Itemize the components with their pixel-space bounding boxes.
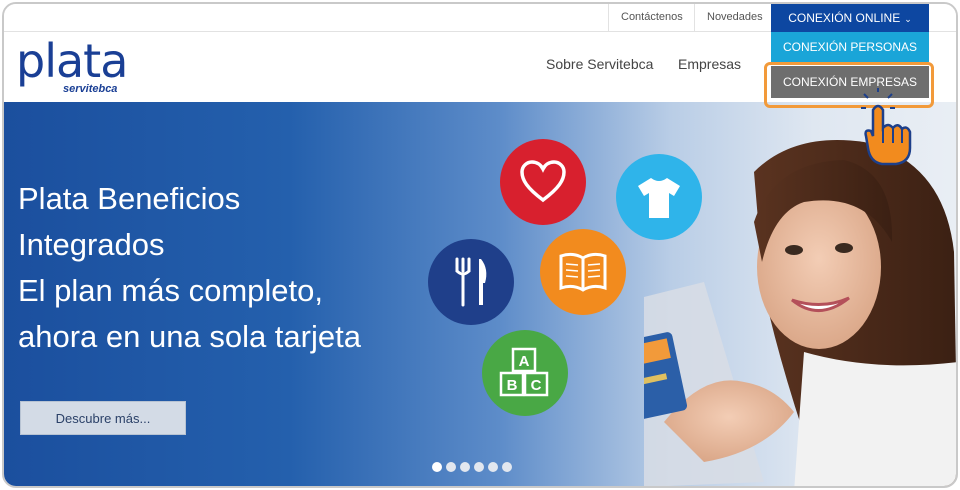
hero-title-line: Integrados — [18, 227, 165, 262]
slider-dot[interactable] — [474, 462, 484, 472]
woman-with-card-image — [644, 140, 956, 486]
top-utility-bar: Contáctenos Novedades CONEXIÓN ONLINE ⌄ — [4, 4, 956, 32]
hero-title-line: El plan más completo, — [18, 273, 323, 308]
news-link[interactable]: Novedades — [694, 4, 775, 31]
logo-wordmark: plata — [16, 34, 128, 88]
slider-dot[interactable] — [446, 462, 456, 472]
abc-blocks-icon: ABC — [482, 330, 568, 416]
slider-dot[interactable] — [502, 462, 512, 472]
slider-dot[interactable] — [488, 462, 498, 472]
svg-text:A: A — [519, 353, 530, 370]
nav-companies[interactable]: Empresas — [678, 56, 741, 72]
slider-dot[interactable] — [432, 462, 442, 472]
svg-text:B: B — [507, 377, 518, 394]
plata-logo[interactable]: plata servitebca — [16, 36, 136, 98]
conexion-online-label: CONEXIÓN ONLINE — [788, 11, 901, 25]
chevron-down-icon: ⌄ — [904, 14, 912, 24]
conexion-personas-item[interactable]: CONEXIÓN PERSONAS — [771, 32, 929, 62]
nav-about[interactable]: Sobre Servitebca — [546, 56, 653, 72]
contact-link[interactable]: Contáctenos — [608, 4, 695, 31]
discover-more-button[interactable]: Descubre más... — [20, 401, 186, 435]
book-icon — [540, 229, 626, 315]
heart-icon — [500, 139, 586, 225]
hero-title-line: ahora en una sola tarjeta — [18, 319, 361, 354]
logo-subtitle: servitebca — [63, 83, 118, 95]
slider-dot[interactable] — [460, 462, 470, 472]
hero-banner: Plata Beneficios Integrados El plan más … — [4, 102, 956, 486]
fork-knife-icon — [428, 239, 514, 325]
browser-frame: Contáctenos Novedades CONEXIÓN ONLINE ⌄ p… — [2, 2, 958, 488]
svg-text:C: C — [531, 377, 542, 394]
slider-pagination — [432, 462, 512, 472]
conexion-online-button[interactable]: CONEXIÓN ONLINE ⌄ — [771, 4, 929, 32]
hero-title-line: Plata Beneficios — [18, 181, 241, 216]
hand-pointer-icon — [861, 88, 912, 166]
